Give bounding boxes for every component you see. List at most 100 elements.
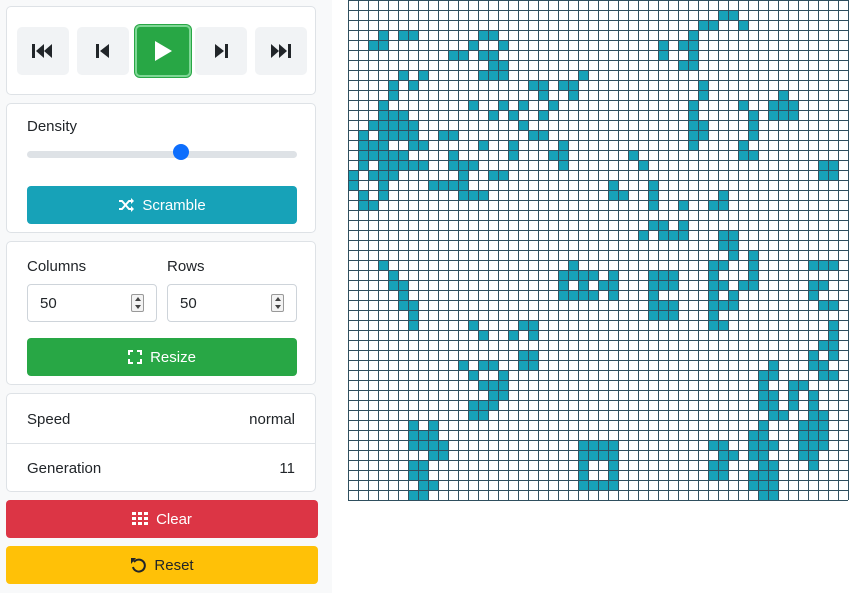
live-cell[interactable] [478,190,488,200]
live-cell[interactable] [408,120,418,130]
life-grid[interactable] [348,0,849,506]
live-cell[interactable] [808,350,818,360]
live-cell[interactable] [818,440,828,450]
live-cell[interactable] [808,280,818,290]
live-cell[interactable] [818,160,828,170]
live-cell[interactable] [728,300,738,310]
live-cell[interactable] [658,220,668,230]
rows-stepper[interactable] [271,294,284,312]
live-cell[interactable] [478,30,488,40]
live-cell[interactable] [808,460,818,470]
live-cell[interactable] [708,280,718,290]
live-cell[interactable] [458,360,468,370]
live-cell[interactable] [408,430,418,440]
live-cell[interactable] [558,150,568,160]
fast-forward-button[interactable] [255,27,307,75]
live-cell[interactable] [428,450,438,460]
live-cell[interactable] [808,360,818,370]
live-cell[interactable] [398,30,408,40]
live-cell[interactable] [478,330,488,340]
live-cell[interactable] [648,220,658,230]
live-cell[interactable] [358,140,368,150]
live-cell[interactable] [558,280,568,290]
live-cell[interactable] [758,380,768,390]
live-cell[interactable] [528,350,538,360]
live-cell[interactable] [348,180,358,190]
live-cell[interactable] [368,150,378,160]
live-cell[interactable] [538,110,548,120]
live-cell[interactable] [708,270,718,280]
live-cell[interactable] [778,410,788,420]
live-cell[interactable] [408,490,418,500]
live-cell[interactable] [728,250,738,260]
live-cell[interactable] [658,270,668,280]
live-cell[interactable] [808,260,818,270]
live-cell[interactable] [608,460,618,470]
live-cell[interactable] [528,320,538,330]
live-cell[interactable] [538,130,548,140]
live-cell[interactable] [468,410,478,420]
life-grid-canvas[interactable] [348,0,849,501]
live-cell[interactable] [798,380,808,390]
live-cell[interactable] [718,10,728,20]
live-cell[interactable] [358,200,368,210]
live-cell[interactable] [568,80,578,90]
live-cell[interactable] [738,280,748,290]
live-cell[interactable] [388,270,398,280]
live-cell[interactable] [788,390,798,400]
live-cell[interactable] [358,190,368,200]
live-cell[interactable] [758,460,768,470]
live-cell[interactable] [758,450,768,460]
live-cell[interactable] [498,60,508,70]
live-cell[interactable] [758,400,768,410]
live-cell[interactable] [548,150,558,160]
live-cell[interactable] [648,200,658,210]
live-cell[interactable] [468,370,478,380]
live-cell[interactable] [668,300,678,310]
live-cell[interactable] [398,300,408,310]
live-cell[interactable] [478,410,488,420]
live-cell[interactable] [408,30,418,40]
live-cell[interactable] [388,280,398,290]
live-cell[interactable] [468,190,478,200]
live-cell[interactable] [768,400,778,410]
live-cell[interactable] [478,400,488,410]
live-cell[interactable] [648,190,658,200]
live-cell[interactable] [598,280,608,290]
live-cell[interactable] [408,300,418,310]
live-cell[interactable] [398,280,408,290]
live-cell[interactable] [808,290,818,300]
live-cell[interactable] [628,150,638,160]
live-cell[interactable] [648,270,658,280]
live-cell[interactable] [748,480,758,490]
live-cell[interactable] [708,200,718,210]
live-cell[interactable] [368,140,378,150]
density-slider[interactable] [27,151,297,158]
live-cell[interactable] [588,290,598,300]
live-cell[interactable] [608,440,618,450]
live-cell[interactable] [488,60,498,70]
live-cell[interactable] [748,250,758,260]
live-cell[interactable] [408,140,418,150]
live-cell[interactable] [378,170,388,180]
live-cell[interactable] [798,420,808,430]
live-cell[interactable] [768,370,778,380]
clear-button[interactable]: Clear [6,500,318,538]
live-cell[interactable] [748,110,758,120]
live-cell[interactable] [748,280,758,290]
live-cell[interactable] [568,260,578,270]
live-cell[interactable] [828,320,838,330]
live-cell[interactable] [518,360,528,370]
live-cell[interactable] [758,480,768,490]
live-cell[interactable] [408,130,418,140]
live-cell[interactable] [418,480,428,490]
live-cell[interactable] [738,140,748,150]
live-cell[interactable] [388,170,398,180]
live-cell[interactable] [678,200,688,210]
live-cell[interactable] [388,120,398,130]
live-cell[interactable] [468,320,478,330]
live-cell[interactable] [798,440,808,450]
live-cell[interactable] [488,50,498,60]
live-cell[interactable] [688,100,698,110]
live-cell[interactable] [558,160,568,170]
